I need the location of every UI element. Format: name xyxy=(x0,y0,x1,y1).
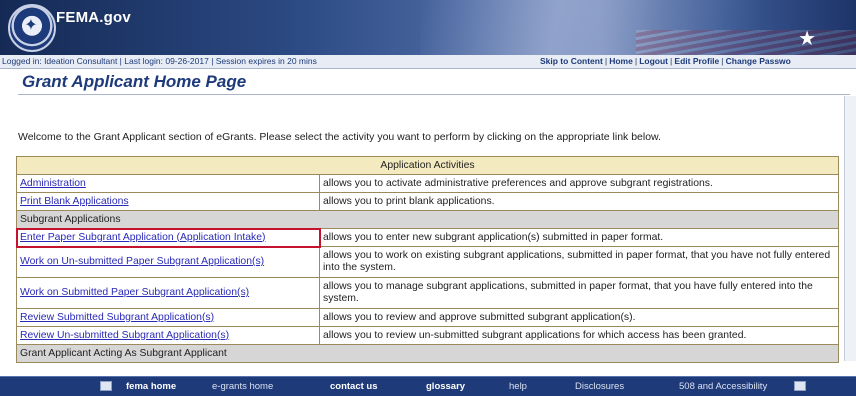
table-row: Work on Submitted Paper Subgrant Applica… xyxy=(16,277,839,309)
section-row: Grant Applicant Acting As Subgrant Appli… xyxy=(16,344,839,363)
skip-to-content-link[interactable]: Skip to Content xyxy=(540,56,603,66)
section-label: Grant Applicant Acting As Subgrant Appli… xyxy=(16,344,839,363)
change-password-link[interactable]: Change Passwo xyxy=(726,56,791,66)
link-cell: Work on Submitted Paper Subgrant Applica… xyxy=(16,277,320,309)
contact-us-link[interactable]: contact us xyxy=(330,381,378,392)
work-submitted-paper-link[interactable]: Work on Submitted Paper Subgrant Applica… xyxy=(20,287,249,298)
administration-link[interactable]: Administration xyxy=(20,178,86,189)
enter-paper-subgrant-link[interactable]: Enter Paper Subgrant Application (Applic… xyxy=(20,232,265,243)
top-nav: Skip to Content | Home | Logout | Edit Profile… xyxy=(540,56,791,66)
link-cell: Administration xyxy=(16,174,320,193)
description-cell: allows you to print blank applications. xyxy=(319,192,839,211)
fema-home-link[interactable]: fema home xyxy=(126,381,176,392)
footer-left-icon xyxy=(100,381,112,391)
egrants-home-link[interactable]: e-grants home xyxy=(212,381,273,392)
edit-profile-link[interactable]: Edit Profile xyxy=(674,56,719,66)
title-divider xyxy=(18,94,850,95)
description-cell: allows you to enter new subgrant applica… xyxy=(319,228,839,247)
footer-bar: fema home e-grants home contact us gloss… xyxy=(0,376,856,396)
disclosures-link[interactable]: Disclosures xyxy=(575,381,624,392)
table-row: Enter Paper Subgrant Application (Applic… xyxy=(15,227,839,248)
home-link[interactable]: Home xyxy=(609,56,633,66)
section-row: Subgrant Applications xyxy=(16,210,839,229)
print-blank-applications-link[interactable]: Print Blank Applications xyxy=(20,196,129,207)
status-bar: Logged in: Ideation Consultant | Last lo… xyxy=(0,55,856,69)
site-banner: ✦ FEMA.gov ★ xyxy=(0,0,856,55)
logout-link[interactable]: Logout xyxy=(639,56,668,66)
link-cell: Print Blank Applications xyxy=(16,192,320,211)
table-header: Application Activities xyxy=(16,156,839,175)
site-brand[interactable]: FEMA.gov xyxy=(56,9,131,26)
description-cell: allows you to activate administrative pr… xyxy=(319,174,839,193)
link-cell: Work on Un-submitted Paper Subgrant Appl… xyxy=(16,246,320,278)
help-link[interactable]: help xyxy=(509,381,527,392)
welcome-text: Welcome to the Grant Applicant section o… xyxy=(18,131,661,143)
highlighted-link-cell: Enter Paper Subgrant Application (Applic… xyxy=(15,227,321,248)
link-cell: Review Submitted Subgrant Application(s) xyxy=(16,308,320,327)
description-cell: allows you to manage subgrant applicatio… xyxy=(319,277,839,309)
review-submitted-link[interactable]: Review Submitted Subgrant Application(s) xyxy=(20,312,214,323)
table-row: Review Un-submitted Subgrant Application… xyxy=(16,326,839,345)
section-label: Subgrant Applications xyxy=(16,210,839,229)
activities-table: Application Activities Administration al… xyxy=(15,156,839,363)
description-cell: allows you to review and approve submitt… xyxy=(319,308,839,327)
table-row: Review Submitted Subgrant Application(s)… xyxy=(16,308,839,327)
table-row: Print Blank Applications allows you to p… xyxy=(16,192,839,211)
page-title: Grant Applicant Home Page xyxy=(22,72,247,91)
work-unsubmitted-paper-link[interactable]: Work on Un-submitted Paper Subgrant Appl… xyxy=(20,256,264,267)
glossary-link[interactable]: glossary xyxy=(426,381,465,392)
session-status: Logged in: Ideation Consultant | Last lo… xyxy=(2,56,317,66)
description-cell: allows you to work on existing subgrant … xyxy=(319,246,839,278)
table-row: Work on Un-submitted Paper Subgrant Appl… xyxy=(16,246,839,278)
eagle-icon: ✦ xyxy=(24,17,38,34)
review-unsubmitted-link[interactable]: Review Un-submitted Subgrant Application… xyxy=(20,330,229,341)
accessibility-link[interactable]: 508 and Accessibility xyxy=(679,381,767,392)
flag-stripes xyxy=(636,30,856,55)
description-cell: allows you to review un-submitted subgra… xyxy=(319,326,839,345)
footer-right-icon xyxy=(794,381,806,391)
table-row: Administration allows you to activate ad… xyxy=(16,174,839,193)
link-cell: Review Un-submitted Subgrant Application… xyxy=(16,326,320,345)
table-header-row: Application Activities xyxy=(16,156,839,175)
star-icon: ★ xyxy=(798,28,816,50)
vertical-scrollbar[interactable] xyxy=(844,96,856,361)
